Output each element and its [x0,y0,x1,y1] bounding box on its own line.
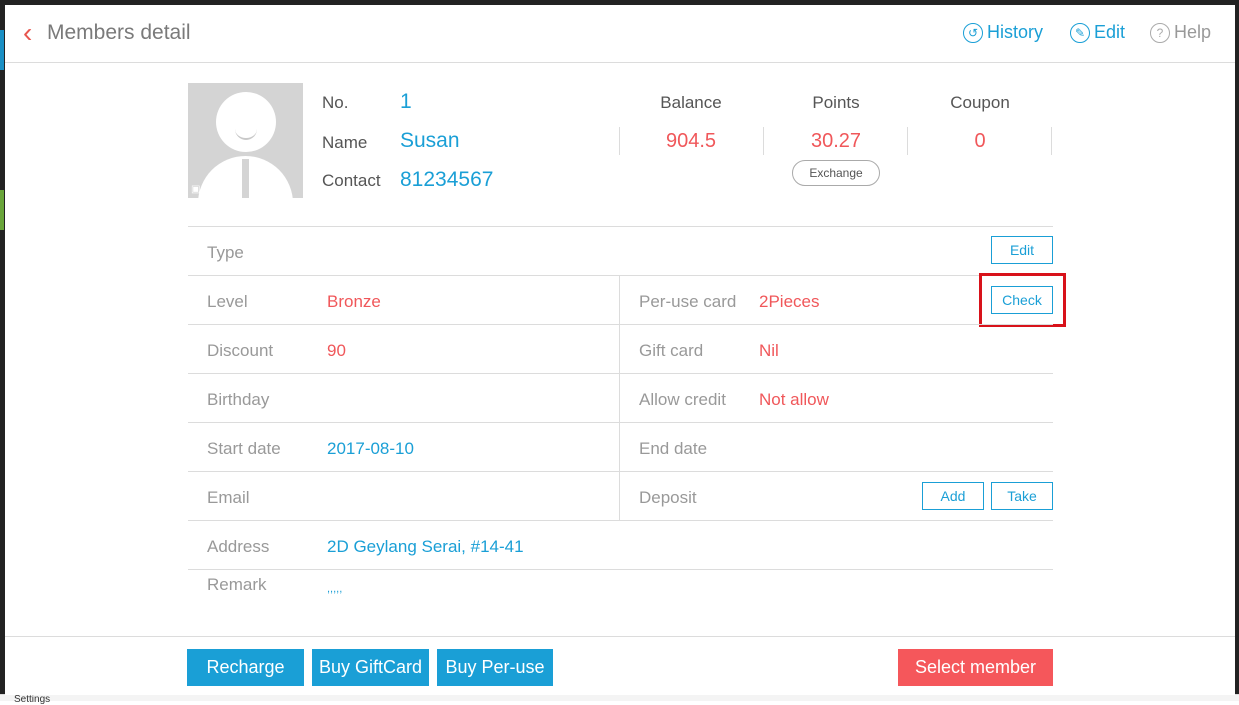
giftcard-label: Gift card [639,341,704,360]
avatar-tie [242,159,249,198]
background-accent [0,30,4,70]
discount-label: Discount [207,341,274,360]
column-divider [619,275,620,521]
avatar[interactable]: ▣ [188,83,303,198]
divider [188,471,1053,472]
select-member-button[interactable]: Select member [898,649,1053,686]
credit-label: Allow credit [639,390,726,409]
app-window: Settings ‹ Members detail ↺ History ✎ Ed… [0,0,1239,705]
stat-divider [619,127,620,155]
level-label: Level [207,292,248,311]
background-label: Settings [14,694,51,705]
background-accent [0,190,4,230]
page-title: Members detail [47,21,191,44]
members-detail-dialog: ‹ Members detail ↺ History ✎ Edit ? Help… [5,5,1235,695]
lock-icon: ▣ [191,184,201,195]
member-no: 1 [400,90,412,113]
peruse-label: Per-use card [639,292,737,311]
divider [188,422,1053,423]
divider [188,324,1053,325]
background-strip: Settings [0,694,1239,705]
edit-button[interactable]: ✎ Edit [1070,22,1125,43]
footer-divider [5,636,1235,637]
buy-giftcard-button[interactable]: Buy GiftCard [312,649,429,686]
deposit-add-button[interactable]: Add [922,482,984,510]
divider [188,569,1053,570]
pencil-icon: ✎ [1070,22,1090,43]
deposit-label: Deposit [639,488,697,507]
deposit-take-button[interactable]: Take [991,482,1053,510]
balance-value: 904.5 [665,130,717,152]
level-value: Bronze [327,292,381,311]
coupon-label: Coupon [950,93,1010,112]
divider [188,226,1053,227]
member-contact: 81234567 [400,168,494,191]
points-value: 30.27 [810,130,862,152]
end-date-label: End date [639,439,708,458]
peruse-value: 2Pieces [759,292,820,311]
divider [188,275,1053,276]
stat-divider [1051,127,1052,155]
chevron-left-icon[interactable]: ‹ [23,19,32,47]
points-label: Points [812,93,860,112]
birthday-label: Birthday [207,390,270,409]
stat-divider [907,127,908,155]
email-label: Email [207,488,250,507]
exchange-button[interactable]: Exchange [792,160,880,186]
clock-icon: ↺ [963,22,983,43]
background-edge-right [1235,5,1239,701]
divider [188,373,1053,374]
credit-value: Not allow [759,390,829,409]
divider [188,520,1053,521]
dialog-header: ‹ Members detail ↺ History ✎ Edit ? Help [5,5,1235,63]
start-date-value: 2017-08-10 [327,439,414,458]
history-button[interactable]: ↺ History [963,22,1043,43]
remark-label: Remark [207,575,267,594]
member-no-label: No. [322,93,349,112]
highlight-box [979,273,1066,327]
history-label: History [987,22,1044,42]
address-value: 2D Geylang Serai, #14-41 [327,537,524,556]
remark-value: ,,,,, [327,583,343,595]
type-edit-button[interactable]: Edit [991,236,1053,264]
member-contact-label: Contact [322,171,381,190]
stat-divider [763,127,764,155]
recharge-button[interactable]: Recharge [187,649,304,686]
edit-label: Edit [1094,22,1126,42]
avatar-head [216,92,276,152]
member-name: Susan [400,129,460,152]
discount-value: 90 [327,341,346,360]
help-button[interactable]: ? Help [1150,22,1211,43]
address-label: Address [207,537,270,556]
balance-label: Balance [660,93,722,112]
coupon-value: 0 [974,130,986,152]
buy-peruse-button[interactable]: Buy Per-use [437,649,553,686]
question-icon: ? [1150,22,1170,43]
giftcard-value: Nil [759,341,779,360]
help-label: Help [1174,22,1212,42]
type-label: Type [207,243,244,262]
member-name-label: Name [322,133,368,152]
start-date-label: Start date [207,439,281,458]
